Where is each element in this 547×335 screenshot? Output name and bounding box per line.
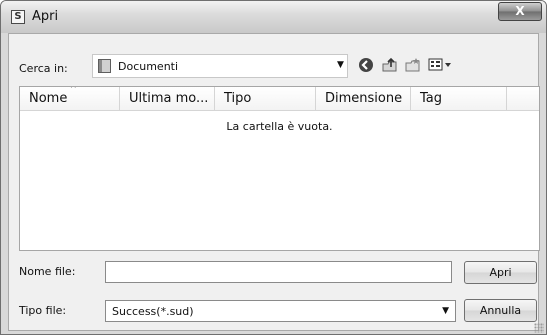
documents-folder-icon — [98, 59, 111, 73]
chevron-down-icon[interactable]: ▼ — [337, 60, 344, 70]
column-header-tags[interactable]: Tag — [411, 87, 507, 111]
open-dialog: S Apri X Cerca in: Documenti ▼ Nome ^ Ul… — [0, 0, 547, 335]
column-header-label: Nome — [29, 91, 68, 106]
empty-folder-message: La cartella è vuota. — [226, 120, 333, 133]
column-header-label: Dimensione — [325, 91, 403, 106]
file-name-input[interactable] — [105, 261, 452, 283]
column-header-name[interactable]: Nome ^ — [20, 87, 120, 111]
close-icon: X — [515, 4, 525, 18]
up-folder-icon[interactable] — [381, 57, 399, 77]
view-menu-icon[interactable] — [428, 57, 454, 77]
look-in-value: Documenti — [118, 60, 179, 73]
file-list[interactable]: Nome ^ Ultima mo... Tipo Dimensione Tag … — [19, 86, 540, 251]
column-header-modified[interactable]: Ultima mo... — [120, 87, 215, 111]
look-in-combo[interactable]: Documenti ▼ — [92, 54, 348, 78]
column-header-label: Ultima mo... — [129, 91, 209, 106]
column-header-label: Tipo — [224, 91, 252, 106]
new-folder-icon[interactable] — [404, 57, 422, 77]
title-bar[interactable]: S Apri X — [1, 1, 546, 33]
open-button-label: Apri — [489, 266, 512, 279]
file-type-label: Tipo file: — [19, 304, 67, 317]
sort-ascending-icon: ^ — [70, 87, 77, 93]
file-name-label: Nome file: — [19, 265, 76, 278]
cancel-button-label: Annulla — [479, 304, 522, 317]
column-header-filler — [507, 87, 539, 111]
column-header-size[interactable]: Dimensione — [316, 87, 411, 111]
open-button[interactable]: Apri — [464, 261, 537, 284]
back-icon[interactable] — [358, 57, 374, 77]
column-header-label: Tag — [420, 91, 443, 106]
resize-grip[interactable] — [534, 323, 544, 333]
look-in-label: Cerca in: — [19, 62, 68, 75]
close-button[interactable]: X — [498, 2, 542, 21]
cancel-button[interactable]: Annulla — [464, 299, 537, 322]
column-header-type[interactable]: Tipo — [215, 87, 316, 111]
file-type-select[interactable]: Success(*.sud) ▼ — [105, 300, 456, 322]
file-type-value: Success(*.sud) — [112, 305, 194, 318]
chevron-down-icon[interactable]: ▼ — [442, 306, 449, 316]
app-icon: S — [11, 10, 25, 24]
window-title: Apri — [32, 9, 59, 24]
